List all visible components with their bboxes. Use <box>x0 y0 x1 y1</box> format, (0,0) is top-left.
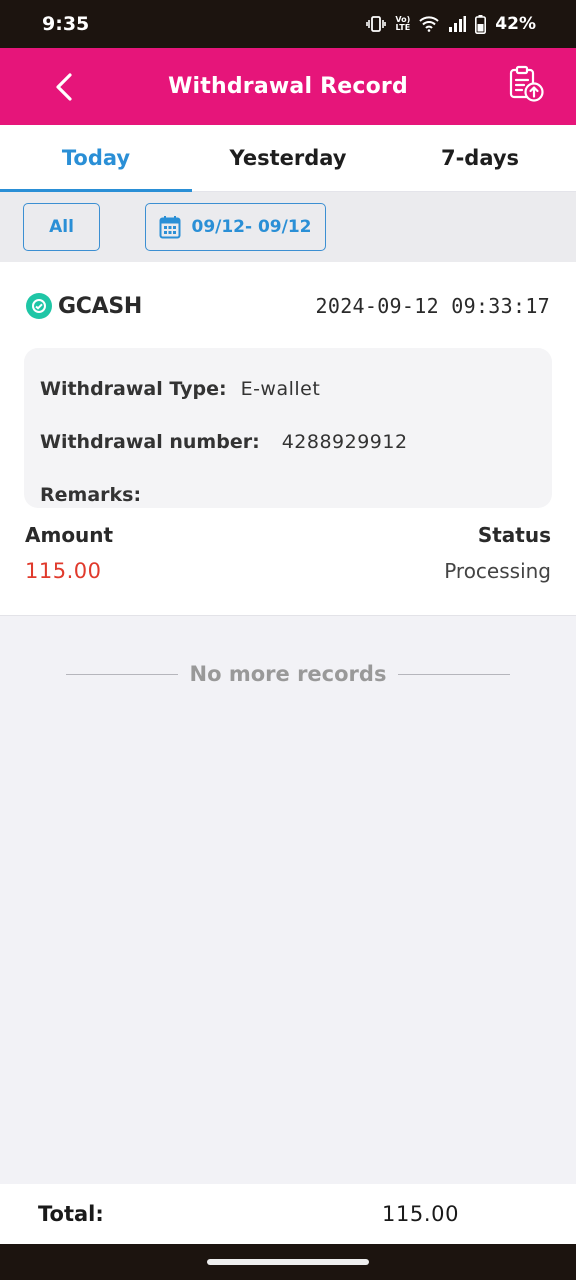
battery-percent: 42% <box>495 14 536 34</box>
withdrawal-number-row: Withdrawal number: 4288929912 <box>40 415 536 468</box>
page-title: Withdrawal Record <box>168 74 408 99</box>
chevron-left-icon <box>56 73 72 101</box>
divider <box>398 673 510 675</box>
divider <box>66 673 178 675</box>
tab-yesterday[interactable]: Yesterday <box>192 125 384 191</box>
gcash-icon <box>26 293 52 319</box>
total-value: 115.00 <box>382 1202 460 1226</box>
total-bar: Total: 115.00 <box>0 1184 576 1244</box>
withdrawal-number-label: Withdrawal number: <box>40 430 260 453</box>
date-range-button[interactable]: 09/12- 09/12 <box>145 203 326 251</box>
home-indicator[interactable] <box>207 1259 369 1265</box>
withdrawal-type-value: E-wallet <box>240 377 321 400</box>
date-range-label: 09/12- 09/12 <box>191 217 312 237</box>
tab-today[interactable]: Today <box>0 125 192 192</box>
provider: GCASH <box>26 293 142 319</box>
withdrawal-clipboard-button[interactable] <box>506 64 546 104</box>
total-label: Total: <box>38 1202 104 1226</box>
withdrawal-number-value: 4288929912 <box>281 430 408 453</box>
provider-name: GCASH <box>58 293 142 319</box>
record-header: GCASH 2024-09-12 09:33:17 <box>26 288 550 324</box>
record-details: Withdrawal Type: E-wallet Withdrawal num… <box>24 348 552 508</box>
withdrawal-type-row: Withdrawal Type: E-wallet <box>40 362 536 415</box>
status-block: Status Processing <box>444 523 551 583</box>
list-end-indicator: No more records <box>66 656 510 692</box>
amount-block: Amount 115.00 <box>25 523 113 583</box>
record-datetime: 2024-09-12 09:33:17 <box>315 294 550 318</box>
remarks-label: Remarks: <box>40 483 142 506</box>
back-button[interactable] <box>48 70 80 104</box>
amount-value: 115.00 <box>25 559 102 583</box>
calendar-icon <box>159 216 181 239</box>
status-value: Processing <box>444 559 551 583</box>
type-filter-button[interactable]: All <box>23 203 100 251</box>
status-icons: Vo) LTE 42% <box>366 14 536 34</box>
battery-icon <box>475 14 487 34</box>
filter-bar: All 09/12- 09/12 <box>0 192 576 262</box>
tab-7-days[interactable]: 7-days <box>384 125 576 191</box>
volte-icon: Vo) LTE <box>395 15 411 32</box>
status-label: Status <box>477 523 551 547</box>
vibrate-icon <box>366 16 387 32</box>
date-tabs: Today Yesterday 7-days <box>0 125 576 192</box>
wifi-icon <box>419 16 439 32</box>
status-bar: 9:35 Vo) LTE 42% <box>0 0 576 48</box>
no-more-records-text: No more records <box>189 662 387 686</box>
system-nav-bar <box>0 1244 576 1280</box>
withdrawal-type-label: Withdrawal Type: <box>40 377 227 400</box>
app-header: Withdrawal Record <box>0 48 576 125</box>
amount-label: Amount <box>25 523 114 547</box>
clipboard-upload-icon <box>509 65 544 102</box>
signal-icon <box>448 16 467 32</box>
remarks-row: Remarks: <box>40 468 536 521</box>
withdrawal-record-card[interactable]: GCASH 2024-09-12 09:33:17 Withdrawal Typ… <box>0 262 576 616</box>
status-time: 9:35 <box>42 13 90 35</box>
